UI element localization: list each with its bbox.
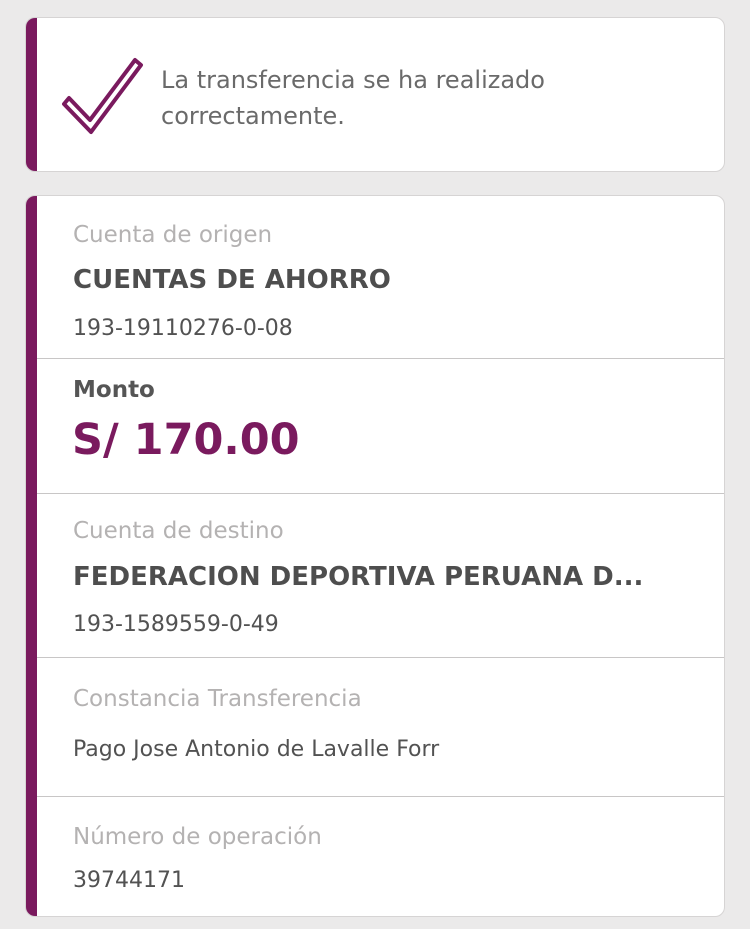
origin-account-section: Cuenta de origen CUENTAS DE AHORRO 193-1…	[37, 196, 724, 358]
transfer-details-card: Cuenta de origen CUENTAS DE AHORRO 193-1…	[25, 195, 725, 917]
success-message: La transferencia se ha realizado correct…	[161, 66, 545, 130]
receipt-label: Constancia Transferencia	[73, 686, 362, 712]
amount-label: Monto	[73, 377, 155, 403]
destination-account-name: FEDERACION DEPORTIVA PERUANA D...	[73, 562, 644, 592]
operation-number-section: Número de operación 39744171	[37, 796, 724, 916]
origin-account-type: CUENTAS DE AHORRO	[73, 265, 391, 295]
operation-number-value: 39744171	[73, 868, 185, 893]
receipt-value: Pago Jose Antonio de Lavalle Forr	[73, 737, 440, 762]
destination-account-number: 193-1589559-0-49	[73, 612, 279, 637]
check-icon	[62, 58, 143, 134]
origin-account-number: 193-19110276-0-08	[73, 316, 293, 341]
amount-value: S/ 170.00	[72, 415, 300, 465]
receipt-section: Constancia Transferencia Pago Jose Anton…	[37, 657, 724, 796]
amount-section: Monto S/ 170.00	[37, 358, 724, 493]
origin-account-label: Cuenta de origen	[73, 222, 273, 248]
destination-account-label: Cuenta de destino	[73, 518, 284, 544]
success-card: La transferencia se ha realizado correct…	[25, 17, 725, 172]
operation-number-label: Número de operación	[73, 824, 322, 850]
destination-account-section: Cuenta de destino FEDERACION DEPORTIVA P…	[37, 493, 724, 657]
